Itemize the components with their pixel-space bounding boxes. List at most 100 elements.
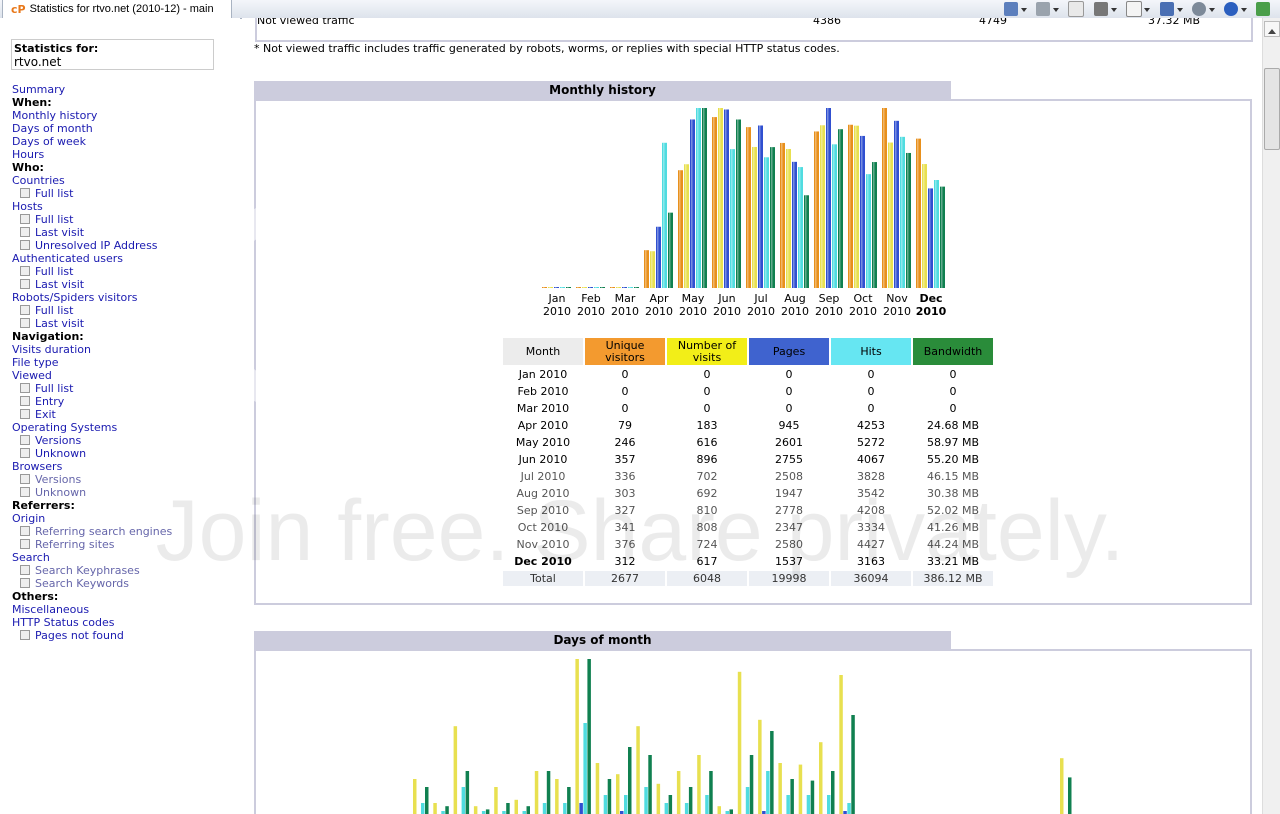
nav-sublink-full-list[interactable]: Full list xyxy=(12,304,172,317)
total-cell: 2677 xyxy=(585,571,665,586)
nav-sublink-versions[interactable]: Versions xyxy=(12,473,172,486)
nav-link-http-status-codes[interactable]: HTTP Status codes xyxy=(12,616,172,629)
month-cell: Jun 2010 xyxy=(518,453,568,466)
mail-icon[interactable] xyxy=(1068,1,1084,17)
day-bar xyxy=(542,803,547,814)
value-cell: 44.24 MB xyxy=(926,538,980,551)
nav-sublink-last-visit[interactable]: Last visit xyxy=(12,317,172,330)
tools-icon[interactable] xyxy=(1192,2,1215,16)
bar-highlight xyxy=(595,287,597,288)
bar-highlight xyxy=(543,287,545,288)
nav-sublink-unresolved-ip-address[interactable]: Unresolved IP Address xyxy=(12,239,172,252)
day-bar xyxy=(579,803,583,814)
nav-link-days-of-week[interactable]: Days of week xyxy=(12,135,172,148)
nav-sublink-versions[interactable]: Versions xyxy=(12,434,172,447)
nav-link-operating-systems[interactable]: Operating Systems xyxy=(12,421,172,434)
bar-highlight xyxy=(821,125,823,288)
nav-link-file-type[interactable]: File type xyxy=(12,356,172,369)
nav-sublink-search-keywords[interactable]: Search Keywords xyxy=(12,577,172,590)
day-bar xyxy=(827,795,831,814)
scrollbar[interactable] xyxy=(1262,18,1280,814)
page-icon[interactable] xyxy=(1126,1,1150,17)
subpage-icon xyxy=(20,474,30,484)
nav-link-hours[interactable]: Hours xyxy=(12,148,172,161)
value-cell: 2347 xyxy=(775,521,803,534)
nav-link-browsers[interactable]: Browsers xyxy=(12,460,172,473)
nav-sublink-full-list[interactable]: Full list xyxy=(12,213,172,226)
nav-link-viewed[interactable]: Viewed xyxy=(12,369,172,382)
nav-sublink-full-list[interactable]: Full list xyxy=(12,382,172,395)
bar-highlight xyxy=(781,142,783,288)
month-tick-label: 2010 xyxy=(849,305,877,318)
help-icon[interactable] xyxy=(1224,2,1247,16)
nav-sublink-referring-search-engines[interactable]: Referring search engines xyxy=(12,525,172,538)
nav-link-visits-duration[interactable]: Visits duration xyxy=(12,343,172,356)
bar-highlight xyxy=(753,146,755,288)
value-cell: 312 xyxy=(614,555,636,568)
nav-sublink-exit[interactable]: Exit xyxy=(12,408,172,421)
day-bar xyxy=(819,742,823,814)
value-cell: 4253 xyxy=(857,419,885,432)
nav-sublink-entry[interactable]: Entry xyxy=(12,395,172,408)
day-bar xyxy=(729,809,733,814)
day-bar xyxy=(766,771,770,814)
nav-sublink-full-list[interactable]: Full list xyxy=(12,187,172,200)
nav-link-authenticated-users[interactable]: Authenticated users xyxy=(12,252,172,265)
value-cell: 79 xyxy=(618,419,632,432)
month-tick-label: 2010 xyxy=(781,305,809,318)
scroll-thumb[interactable] xyxy=(1264,68,1280,150)
safety-icon[interactable] xyxy=(1160,2,1183,16)
bar-highlight xyxy=(629,287,631,288)
table-row: Nov 2010 376 724 2580 4427 44.24 MB xyxy=(503,537,993,552)
nav-link-days-of-month[interactable]: Days of month xyxy=(12,122,172,135)
not-viewed-label: Not viewed traffic xyxy=(257,18,355,27)
table-row: Oct 2010 341 808 2347 3334 41.26 MB xyxy=(503,520,993,535)
bar-highlight xyxy=(651,251,653,288)
print-icon[interactable] xyxy=(1094,2,1117,16)
day-bar xyxy=(798,764,803,814)
monthly-history-table: Month Unique visitors Number of visits Page… xyxy=(501,336,995,588)
nav-sublink-referring-sites[interactable]: Referring sites xyxy=(12,538,172,551)
value-cell: 46.15 MB xyxy=(926,470,980,483)
research-icon[interactable] xyxy=(1256,2,1270,16)
nav-sublink-last-visit[interactable]: Last visit xyxy=(12,226,172,239)
value-cell: 336 xyxy=(614,470,636,483)
month-tick-label: 2010 xyxy=(645,305,673,318)
browser-tab[interactable]: cP Statistics for rtvo.net (2010-12) - m… xyxy=(2,0,232,19)
nav-link-summary[interactable]: Summary xyxy=(12,83,172,96)
bar-highlight xyxy=(839,129,841,288)
bar-highlight xyxy=(907,152,909,288)
nav-sublink-full-list[interactable]: Full list xyxy=(12,265,172,278)
day-bar xyxy=(676,771,681,814)
value-cell: 24.68 MB xyxy=(926,419,980,432)
month-cell: Jul 2010 xyxy=(520,470,566,483)
nav-sublink-pages-not-found[interactable]: Pages not found xyxy=(12,629,172,642)
scroll-up-button[interactable] xyxy=(1264,21,1280,37)
nav-link-miscellaneous[interactable]: Miscellaneous xyxy=(12,603,172,616)
day-bar xyxy=(688,787,693,814)
value-cell: 0 xyxy=(621,385,629,398)
home-icon[interactable] xyxy=(1004,2,1027,16)
nav-sublink-unknown[interactable]: Unknown xyxy=(12,486,172,499)
month-tick-label: Jul xyxy=(753,292,767,305)
nav-sublink-unknown[interactable]: Unknown xyxy=(12,447,172,460)
nav-link-origin[interactable]: Origin xyxy=(12,512,172,525)
nav-link-countries[interactable]: Countries xyxy=(12,174,172,187)
day-bar xyxy=(587,659,591,814)
month-tick-label: Feb xyxy=(581,292,600,305)
nav-link-robots-spiders-visitors[interactable]: Robots/Spiders visitors xyxy=(12,291,172,304)
nav-link-monthly-history[interactable]: Monthly history xyxy=(12,109,172,122)
day-bar xyxy=(644,787,648,814)
bar-highlight xyxy=(889,142,891,288)
nav-link-search[interactable]: Search xyxy=(12,551,172,564)
nav-sublink-search-keyphrases[interactable]: Search Keyphrases xyxy=(12,564,172,577)
nav-sublink-last-visit[interactable]: Last visit xyxy=(12,278,172,291)
day-bar xyxy=(583,723,587,814)
nav-link-hosts[interactable]: Hosts xyxy=(12,200,172,213)
summary-table-bottom: Not viewed traffic 4386 4749 37.32 MB xyxy=(255,18,1253,42)
month-cell: Feb 2010 xyxy=(517,385,569,398)
rss-icon[interactable] xyxy=(1036,2,1059,16)
value-cell: 2778 xyxy=(775,504,803,517)
main-content: Not viewed traffic 4386 4749 37.32 MB * … xyxy=(242,18,1262,814)
day-bar xyxy=(425,787,429,814)
